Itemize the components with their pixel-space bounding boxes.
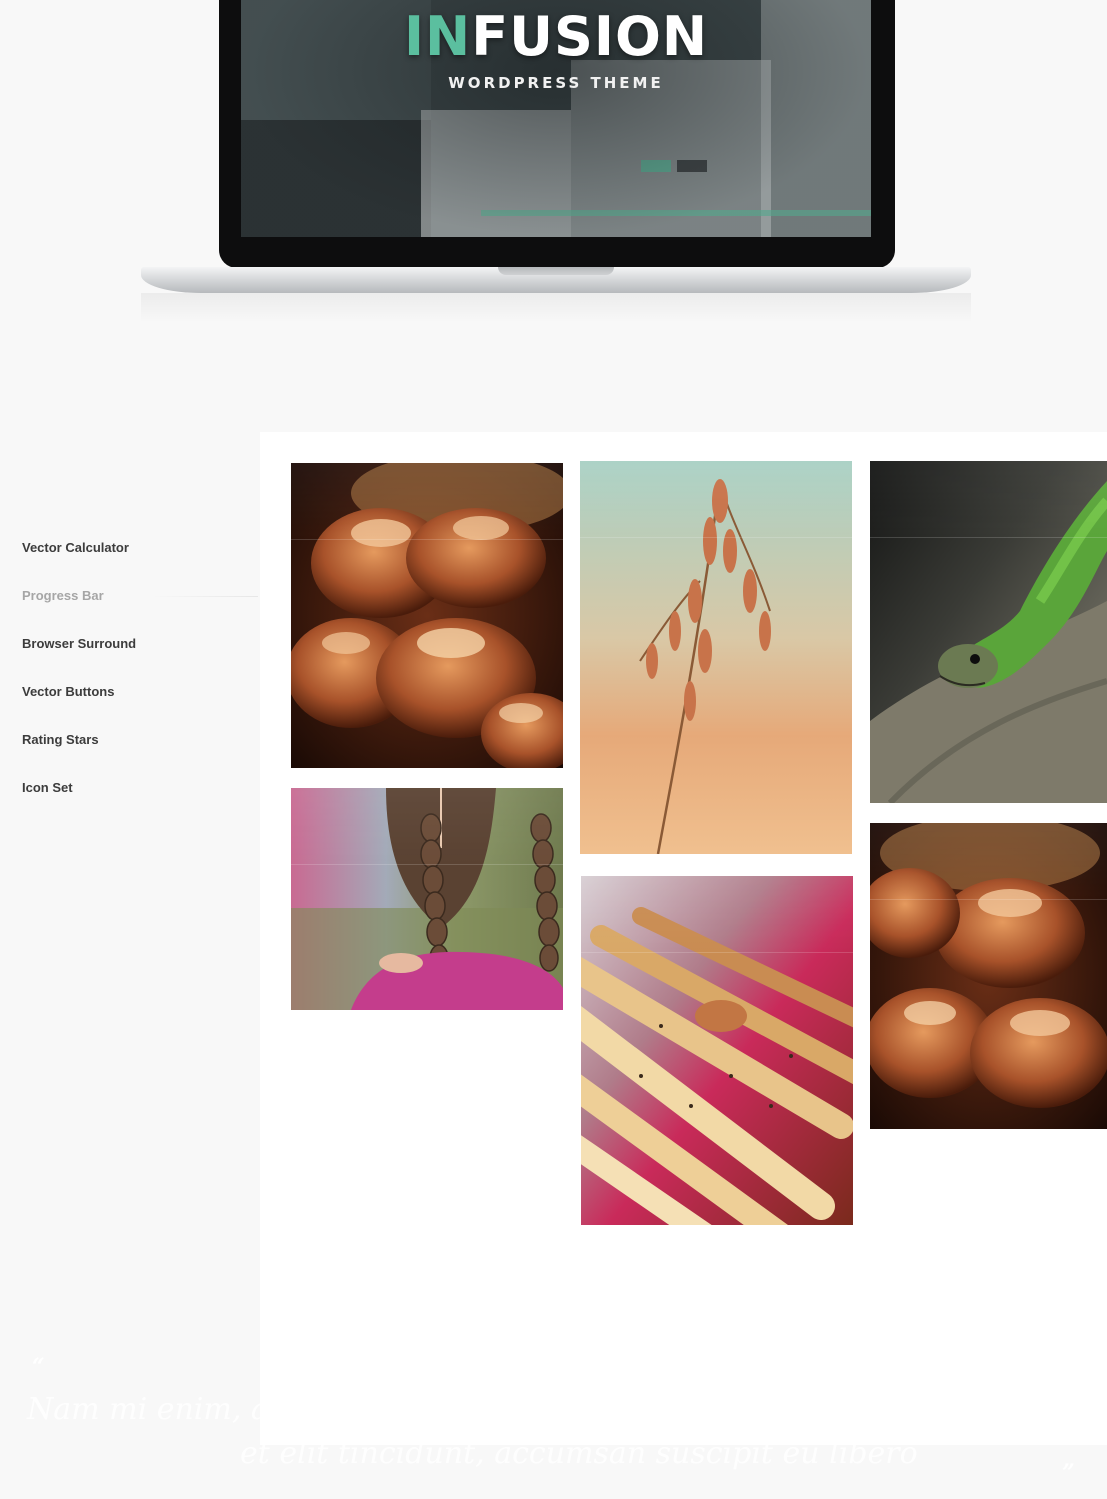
gallery-photo-lizard[interactable] <box>870 461 1107 803</box>
quote-text-line-2: et elit tincidunt, accumsan suscipit eu … <box>240 1436 918 1471</box>
laptop-screen: INFUSION WORDPRESS THEME <box>241 0 871 237</box>
sidebar-item-icon-set[interactable]: Icon Set <box>22 780 73 795</box>
hero-title: INFUSION <box>241 5 871 68</box>
sidebar-item-vector-calculator[interactable]: Vector Calculator <box>22 540 129 555</box>
sidebar-active-divider <box>150 596 258 597</box>
gallery-photo-pastry[interactable] <box>291 463 563 768</box>
laptop-mockup: INFUSION WORDPRESS THEME <box>0 0 1107 330</box>
quote-text-line-1: Nam mi enim, a <box>27 1392 269 1427</box>
sidebar-item-progress-bar[interactable]: Progress Bar <box>22 588 104 603</box>
laptop-shadow <box>141 293 971 323</box>
gallery-photo-braids[interactable] <box>291 788 563 1010</box>
hero-title-accent: IN <box>403 5 472 68</box>
testimonial-quote: “ Nam mi enim, a et elit tincidunt, accu… <box>0 1340 1107 1499</box>
laptop-notch <box>498 267 614 275</box>
gallery-photo-wheat[interactable] <box>580 461 852 854</box>
sidebar-item-vector-buttons[interactable]: Vector Buttons <box>22 684 114 699</box>
quote-close-icon: ” <box>1062 1460 1075 1486</box>
gallery-photo-breadsticks[interactable] <box>581 876 853 1225</box>
photo-gallery <box>260 432 1107 1445</box>
sidebar-item-rating-stars[interactable]: Rating Stars <box>22 732 99 747</box>
gallery-photo-pastry-2[interactable] <box>870 823 1107 1129</box>
hero-title-rest: FUSION <box>471 5 709 68</box>
hero-subtitle: WORDPRESS THEME <box>448 74 664 92</box>
sidebar-item-browser-surround[interactable]: Browser Surround <box>22 636 136 651</box>
quote-open-icon: “ <box>32 1354 45 1380</box>
